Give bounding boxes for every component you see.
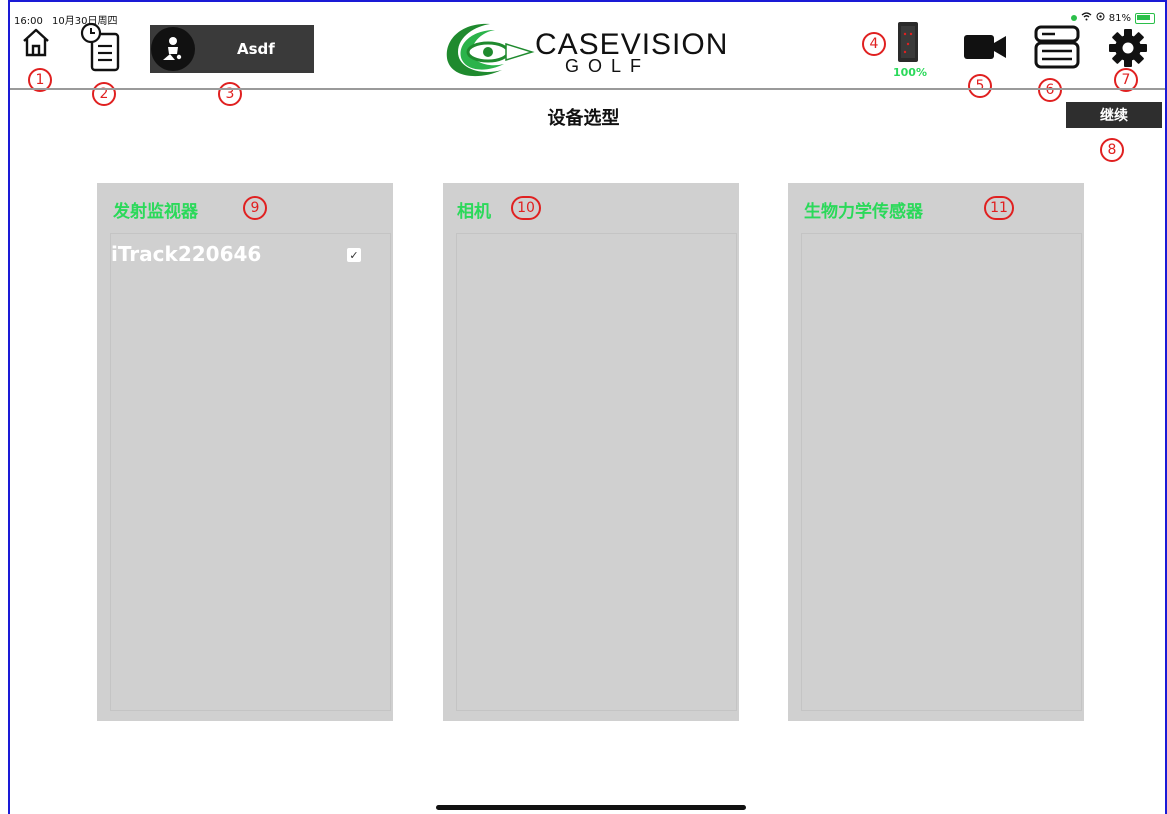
battery-percent: 81% [1108,12,1131,24]
status-dot-icon [1070,15,1077,21]
panel-biomechanics-sensor: 生物力学传感器 11 [788,183,1084,721]
device-name: iTrack220646 [111,242,262,266]
location-icon [1096,12,1105,24]
wifi-icon [1081,12,1092,24]
annotation-6: 6 [1038,78,1062,102]
device-list-camera [456,233,737,711]
annotation-10: 10 [511,196,541,220]
sensor-button[interactable] [1033,24,1081,74]
page-title: 设备选型 [547,108,620,129]
device-list-launch-monitor: iTrack220646 ✓ [110,233,391,711]
status-indicators: 81% [1070,12,1155,24]
device-checkbox[interactable]: ✓ [347,248,361,262]
status-time: 16:00 [14,16,43,27]
annotation-9: 9 [243,196,267,220]
logo-swoosh-icon [446,23,535,77]
annotation-8: 8 [1100,138,1124,162]
continue-button[interactable]: 继续 [1066,102,1162,128]
video-camera-icon [964,35,1006,59]
panel-title-launch-monitor: 发射监视器 [113,202,198,222]
device-battery-percent: 100% [893,66,927,79]
toolbar-divider [10,88,1165,90]
launch-monitor-button[interactable] [896,20,920,68]
panel-launch-monitor: 发射监视器 9 iTrack220646 ✓ [97,183,393,721]
panel-title-camera: 相机 [457,202,491,222]
gear-icon [1109,29,1147,67]
logo-text-sub: GOLF [565,56,651,76]
home-icon [23,28,49,57]
device-list-biomechanics-sensor [801,233,1082,711]
home-indicator[interactable] [436,805,746,810]
launch-monitor-device-icon [898,22,918,62]
history-clipboard-icon [80,22,120,72]
panel-camera: 相机 10 [443,183,739,721]
user-avatar-icon [151,27,195,71]
user-name: Asdf [237,40,275,58]
home-button[interactable] [22,28,50,62]
battery-icon [1135,12,1155,24]
sensor-stack-icon [1034,25,1080,69]
annotation-3: 3 [218,82,242,106]
history-button[interactable] [80,22,128,80]
panel-title-biomechanics-sensor: 生物力学传感器 [804,202,923,222]
annotation-4: 4 [862,32,886,56]
settings-button[interactable] [1108,28,1148,72]
annotation-11: 11 [984,196,1014,220]
annotation-5: 5 [968,74,992,98]
annotation-2: 2 [92,82,116,106]
frame-border-top [8,0,1167,2]
device-row[interactable]: iTrack220646 ✓ [111,240,390,270]
casevision-logo: CASEVISION GOLF [440,20,750,80]
camera-button[interactable] [962,32,1008,66]
user-profile-button[interactable]: Asdf [150,25,314,73]
